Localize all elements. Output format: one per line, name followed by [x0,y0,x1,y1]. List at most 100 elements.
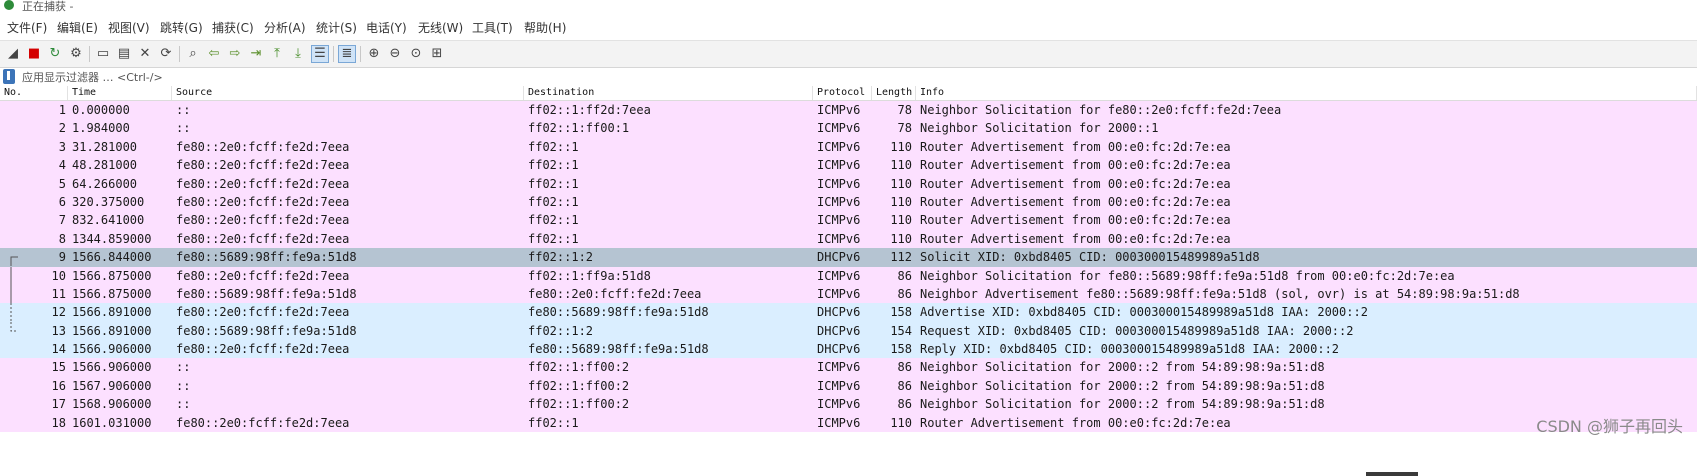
packet-cell-dst: ff02::1 [528,231,579,246]
packet-row[interactable]: 14 1566.906000 fe80::2e0:fcff:fe2d:7eea fe8… [0,340,1697,359]
packet-row[interactable]: 1 0.000000:: ff02::1:ff2d:7eea ICMPv6 78 Neig… [0,101,1697,120]
packet-cell-time: 0.000000 [72,103,130,117]
packet-cell-proto: ICMPv6 [817,378,861,393]
packet-cell-no: 2 [58,121,66,136]
packet-cell-src: fe80::2e0:fcff:fe2d:7eea [176,342,350,357]
packet-cell-src: :: [176,397,191,412]
packet-list[interactable]: No. Time Source Destination Protocol Length In… [0,86,1697,476]
packet-cell-info: Router Advertisement from 00:e0:fc:2d:7e… [920,139,1231,154]
go-to-packet-icon[interactable]: ⇥ [247,45,265,63]
go-forward-icon[interactable]: ⇨ [226,45,244,63]
packet-cell-src: :: [176,378,191,393]
menu-item-10[interactable]: 帮助(H) [524,19,566,36]
packet-cell-proto: ICMPv6 [817,360,861,375]
packet-cell-src: fe80::2e0:fcff:fe2d:7eea [176,139,350,154]
packet-cell-src: :: [176,360,191,375]
capture-options-icon[interactable]: ⚙ [67,45,85,63]
packet-row[interactable]: 12 1566.891000 fe80::2e0:fcff:fe2d:7eea fe8… [0,303,1697,322]
packet-row[interactable]: 9 1566.844000 fe80::5689:98ff:fe9a:51d8 ff0… [0,248,1697,267]
packet-cell-proto: DHCPv6 [817,342,861,357]
packet-cell-info: Neighbor Solicitation for 2000::2 from 5… [920,397,1325,412]
zoom-reset-icon[interactable]: ⊙ [407,45,425,63]
packet-cell-dst: fe80::2e0:fcff:fe2d:7eea [528,286,702,301]
find-packet-icon[interactable]: ⌕ [184,45,202,63]
packet-row[interactable]: 8 1344.859000 fe80::2e0:fcff:fe2d:7eea ff02… [0,229,1697,249]
packet-cell-proto: ICMPv6 [817,231,861,246]
zoom-in-icon[interactable]: ⊕ [365,45,383,63]
packet-cell-no: 4 [58,158,66,173]
packet-cell-proto: ICMPv6 [817,139,861,154]
packet-row[interactable]: 10 1566.875000 fe80::2e0:fcff:fe2d:7eea ff0… [0,266,1697,285]
stop-capture-icon[interactable]: ■ [25,45,43,63]
zoom-out-icon[interactable]: ⊖ [386,45,404,63]
column-header-col-time[interactable]: Time [68,86,172,100]
open-file-icon[interactable]: ▭ [94,45,112,63]
go-first-packet-icon[interactable]: ⤒ [268,45,286,63]
menu-item-1[interactable]: 编辑(E) [57,19,98,36]
menu-item-0[interactable]: 文件(F) [7,19,47,36]
packet-cell-info: Router Advertisement from 00:e0:fc:2d:7e… [920,176,1231,191]
colorize-icon[interactable]: ≣ [338,45,356,63]
menu-item-6[interactable]: 统计(S) [316,19,357,36]
packet-row[interactable]: 2 1.984000:: ff02::1:ff00:1 ICMPv6 78 Neighbo… [0,119,1697,138]
packet-cell-time: 832.641000 [72,213,145,228]
packet-cell-time: 1601.031000 [72,415,152,430]
menu-item-4[interactable]: 捕获(C) [212,19,254,36]
menu-item-9[interactable]: 工具(T) [472,19,513,36]
packet-cell-proto: ICMPv6 [817,415,861,430]
packet-cell-dst: ff02::1:ff9a:51d8 [528,268,651,283]
packet-row[interactable]: 15 1566.906000:: ff02::1:ff00:2 ICMPv6 86 Nei… [0,358,1697,377]
filter-bookmark-icon[interactable] [3,69,15,84]
menu-item-2[interactable]: 视图(V) [108,19,150,36]
packet-cell-proto: ICMPv6 [817,268,861,283]
resize-columns-icon[interactable]: ⊞ [428,45,446,63]
packet-cell-time: 1566.906000 [72,360,152,375]
packet-cell-proto: ICMPv6 [817,103,861,117]
packet-cell-proto: DHCPv6 [817,250,861,265]
packet-row[interactable]: 18 1601.031000 fe80::2e0:fcff:fe2d:7eea ff0… [0,413,1697,433]
reload-file-icon[interactable]: ⟳ [157,45,175,63]
auto-scroll-icon[interactable]: ☰ [311,45,329,63]
packet-cell-dst: fe80::5689:98ff:fe9a:51d8 [528,342,709,357]
menu-item-7[interactable]: 电话(Y) [366,19,407,36]
menu-item-5[interactable]: 分析(A) [264,19,306,36]
packet-cell-src: fe80::2e0:fcff:fe2d:7eea [176,176,350,191]
packet-cell-proto: ICMPv6 [817,158,861,173]
packet-cell-dst: ff02::1 [528,213,579,228]
packet-row[interactable]: 5 64.266000 fe80::2e0:fcff:fe2d:7eea ff02::… [0,174,1697,193]
packet-row[interactable]: 6 320.375000 fe80::2e0:fcff:fe2d:7eea ff02:… [0,192,1697,212]
packet-cell-len: 112 [890,250,912,265]
packet-cell-info: Neighbor Solicitation for fe80::5689:98f… [920,268,1455,283]
packet-row[interactable]: 13 1566.891000 fe80::5689:98ff:fe9a:51d8 ff… [0,321,1697,341]
packet-cell-time: 320.375000 [72,194,145,209]
packet-cell-info: Router Advertisement from 00:e0:fc:2d:7e… [920,158,1231,173]
packet-row[interactable]: 17 1568.906000:: ff02::1:ff00:2 ICMPv6 86 Nei… [0,395,1697,414]
menu-item-8[interactable]: 无线(W) [418,19,463,36]
packet-row[interactable]: 11 1566.875000 fe80::5689:98ff:fe9a:51d8 fe… [0,284,1697,304]
column-header-col-length[interactable]: Length [872,86,916,100]
menu-item-3[interactable]: 跳转(G) [160,19,203,36]
packet-cell-len: 86 [897,397,912,412]
related-packet-indicator-icon [10,321,18,332]
packet-cell-time: 1568.906000 [72,397,152,412]
column-header-col-no[interactable]: No. [0,86,68,100]
restart-capture-icon[interactable]: ↻ [46,45,64,63]
horizontal-scrollbar-thumb[interactable] [1366,472,1418,476]
column-header-col-protocol[interactable]: Protocol [813,86,872,100]
packet-cell-src: fe80::5689:98ff:fe9a:51d8 [176,286,357,301]
packet-row[interactable]: 3 31.281000 fe80::2e0:fcff:fe2d:7eea ff02::… [0,137,1697,157]
packet-cell-src: fe80::2e0:fcff:fe2d:7eea [176,194,350,209]
column-header-col-destination[interactable]: Destination [524,86,813,100]
go-back-icon[interactable]: ⇦ [205,45,223,63]
close-file-icon[interactable]: ✕ [136,45,154,63]
packet-row[interactable]: 16 1567.906000:: ff02::1:ff00:2 ICMPv6 86 Nei… [0,376,1697,396]
go-last-packet-icon[interactable]: ⤓ [289,45,307,63]
display-filter-input[interactable]: 应用显示过滤器 … <Ctrl-/> [22,69,163,85]
save-file-icon[interactable]: ▤ [115,45,133,63]
packet-row[interactable]: 7 832.641000 fe80::2e0:fcff:fe2d:7eea ff02:… [0,211,1697,230]
column-header-col-source[interactable]: Source [172,86,524,100]
start-capture-icon[interactable]: ◢ [4,45,22,63]
packet-row[interactable]: 4 48.281000 fe80::2e0:fcff:fe2d:7eea ff02::… [0,156,1697,175]
column-header-col-info[interactable]: Info [916,86,1697,100]
packet-cell-no: 17 [51,397,66,412]
